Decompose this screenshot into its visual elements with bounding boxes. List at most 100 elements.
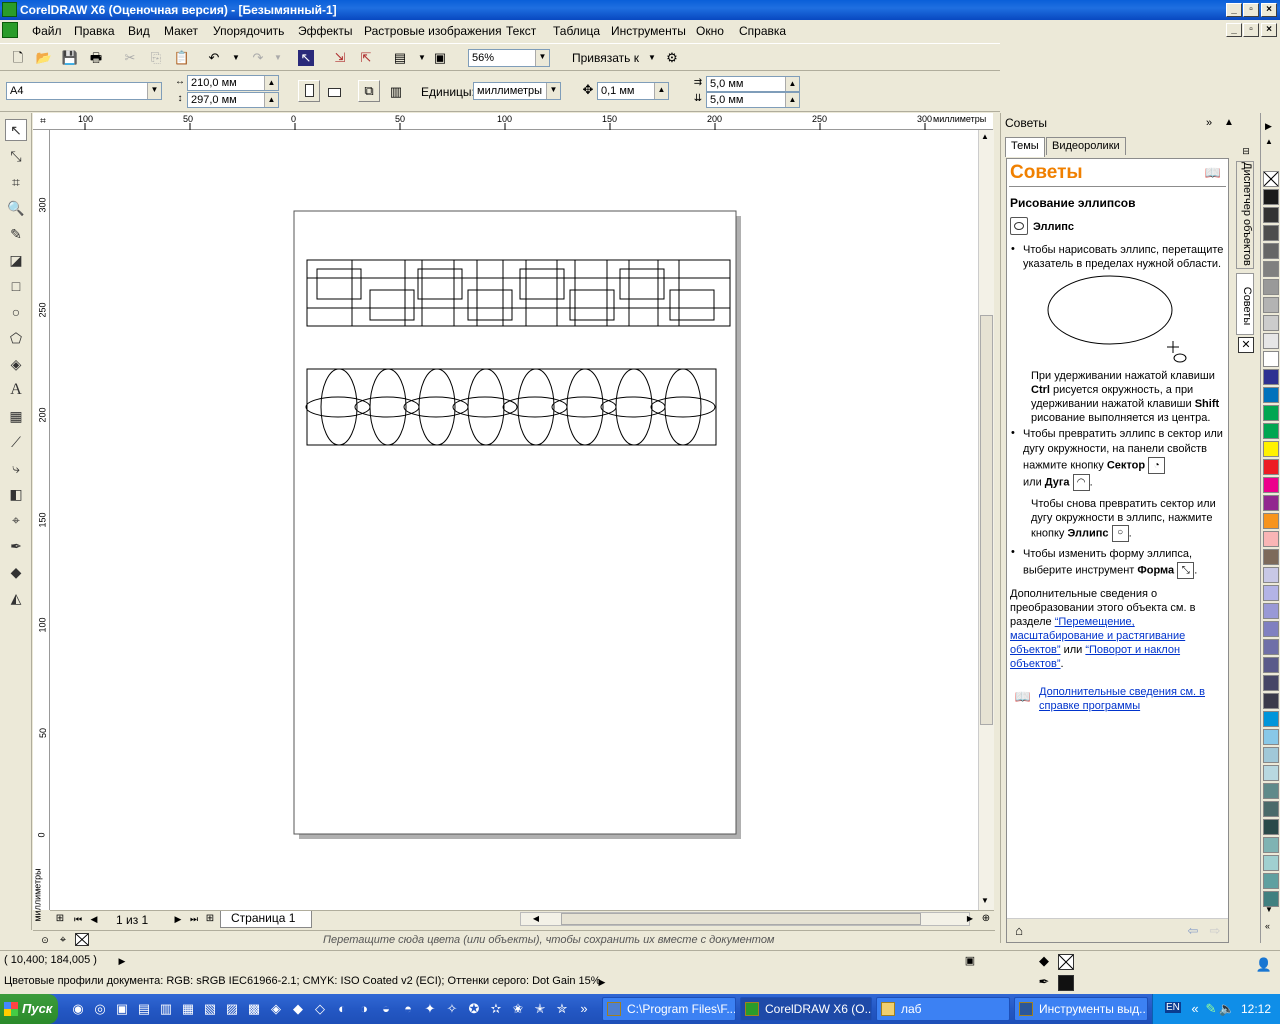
snap-to-label[interactable]: Привязать к	[572, 51, 639, 65]
outline-indicator-icon[interactable]: ✒	[1036, 974, 1052, 990]
menu-tools[interactable]: Инструменты	[611, 24, 686, 38]
taskbar-item-word[interactable]: Инструменты выд...	[1014, 997, 1148, 1021]
zoom-level-field[interactable]: 56% ▼	[468, 49, 550, 67]
crop-tool-icon[interactable]: ⌗	[5, 171, 27, 193]
dimension-tool-icon[interactable]: ⟋	[5, 431, 27, 453]
color-swatch[interactable]	[1263, 585, 1279, 601]
tab-videos[interactable]: Видеоролики	[1046, 137, 1126, 155]
fill-none-swatch[interactable]	[1058, 954, 1074, 970]
close-button[interactable]: ×	[1261, 3, 1277, 17]
menu-help[interactable]: Справка	[739, 24, 786, 38]
page-height-field[interactable]: 297,0 мм ▲	[187, 92, 279, 108]
color-swatch[interactable]	[1263, 603, 1279, 619]
quick-launch-icon[interactable]: ✬	[510, 1001, 526, 1017]
snap-status-icon[interactable]: ▣	[962, 953, 978, 969]
color-swatch[interactable]	[1263, 189, 1279, 205]
start-button[interactable]: Пуск	[0, 994, 58, 1024]
navigator-icon[interactable]: ⊕	[978, 911, 994, 927]
current-page-icon[interactable]: ▥	[388, 84, 404, 100]
color-swatch[interactable]	[1263, 621, 1279, 637]
quick-launch-icon[interactable]: ◈	[268, 1001, 284, 1017]
nudge-distance-field[interactable]: 0,1 мм ▲	[597, 82, 669, 100]
first-page-icon[interactable]: ⏮	[70, 911, 86, 927]
duplicate-y-field[interactable]: 5,0 мм ▲	[706, 92, 800, 108]
paste-icon[interactable]: 📋	[174, 50, 190, 66]
vertical-scrollbar[interactable]: ▲ ▼	[978, 130, 994, 910]
smart-fill-tool-icon[interactable]: ◪	[5, 249, 27, 271]
color-swatch[interactable]	[1263, 405, 1279, 421]
color-swatch[interactable]	[1263, 549, 1279, 565]
color-swatch[interactable]	[1263, 459, 1279, 475]
horizontal-scroll-thumb[interactable]	[561, 913, 921, 925]
rectangle-tool-icon[interactable]: □	[5, 275, 27, 297]
doc-minimize-button[interactable]: _	[1226, 23, 1242, 37]
last-page-icon[interactable]: ⏭	[186, 911, 202, 927]
status-expand-icon[interactable]: ▶	[114, 953, 130, 969]
copy-icon[interactable]: ⎘	[148, 50, 164, 66]
color-swatch[interactable]	[1263, 315, 1279, 331]
eyedropper-icon[interactable]: ⌖	[55, 932, 71, 948]
horizontal-scrollbar[interactable]	[520, 912, 970, 926]
color-swatch[interactable]	[1263, 387, 1279, 403]
maximize-button[interactable]: ▫	[1243, 3, 1259, 17]
color-profiles[interactable]: Цветовые профили документа: RGB: sRGB IE…	[4, 975, 601, 987]
color-swatch[interactable]	[1263, 441, 1279, 457]
menu-text[interactable]: Текст	[506, 24, 536, 38]
shape-tool-icon[interactable]: ⤡	[5, 145, 27, 167]
quick-launch-icon[interactable]: ▦	[180, 1001, 196, 1017]
menu-layout[interactable]: Макет	[164, 24, 198, 38]
zoom-tool-icon[interactable]: 🔍	[5, 197, 27, 219]
palette-expand-icon[interactable]: «	[1265, 921, 1270, 931]
cut-icon[interactable]: ✂	[122, 50, 138, 66]
print-icon[interactable]: 🖶	[88, 50, 104, 66]
minimize-button[interactable]: _	[1226, 3, 1242, 17]
color-swatch[interactable]	[1263, 225, 1279, 241]
redo-dropdown-icon[interactable]: ▼	[270, 50, 286, 66]
menu-view[interactable]: Вид	[128, 24, 150, 38]
quick-launch-icon[interactable]: ▧	[202, 1001, 218, 1017]
palette-scroll-right-icon[interactable]: ▶	[1265, 121, 1272, 132]
outline-color-swatch[interactable]	[1058, 975, 1074, 991]
home-icon[interactable]: ⌂	[1011, 923, 1027, 939]
page-width-field[interactable]: 210,0 мм ▲	[187, 75, 279, 91]
color-swatch[interactable]	[1263, 297, 1279, 313]
quick-launch-more-icon[interactable]: »	[576, 1001, 592, 1017]
palette-menu-icon[interactable]: ⊙	[37, 932, 53, 948]
menu-window[interactable]: Окно	[696, 24, 724, 38]
quick-launch-icon[interactable]: ✫	[488, 1001, 504, 1017]
tab-topics[interactable]: Темы	[1005, 137, 1045, 157]
color-swatch[interactable]	[1263, 837, 1279, 853]
fill-indicator-icon[interactable]: ◆	[1036, 953, 1052, 969]
color-swatch[interactable]	[1263, 495, 1279, 511]
chevron-down-icon[interactable]: ▼	[535, 50, 549, 66]
color-swatch[interactable]	[1263, 531, 1279, 547]
palette-scroll-up-icon[interactable]: ▲	[1265, 137, 1273, 146]
forward-icon[interactable]: ⇨	[1207, 923, 1223, 939]
volume-icon[interactable]: 🔈	[1219, 1001, 1235, 1017]
options-icon[interactable]: ⚙	[664, 50, 680, 66]
color-swatch[interactable]	[1263, 819, 1279, 835]
tray-app-icon[interactable]: ✎	[1203, 1001, 1219, 1017]
spinner-icon[interactable]: ▲	[654, 83, 668, 99]
chevron-down-icon[interactable]: ▼	[147, 83, 161, 99]
vertical-scroll-thumb[interactable]	[980, 315, 993, 725]
spinner-icon[interactable]: ▲	[264, 93, 278, 107]
ellipse-tool-icon[interactable]: ○	[5, 301, 27, 323]
close-icon[interactable]: ✕	[1238, 337, 1254, 353]
menu-arrange[interactable]: Упорядочить	[213, 24, 284, 38]
menu-effects[interactable]: Эффекты	[298, 24, 353, 38]
interactive-fill-tool-icon[interactable]: ◭	[5, 587, 27, 609]
prev-page-icon[interactable]: ◀	[86, 911, 102, 927]
quick-launch-icon[interactable]: ◇	[312, 1001, 328, 1017]
color-swatch[interactable]	[1263, 693, 1279, 709]
doc-close-button[interactable]: ×	[1261, 23, 1277, 37]
quick-launch-icon[interactable]: ▤	[136, 1001, 152, 1017]
docker-expand-icon[interactable]: »	[1201, 115, 1217, 131]
portrait-button[interactable]	[298, 80, 320, 102]
blend-tool-icon[interactable]: ◧	[5, 483, 27, 505]
doc-restore-button[interactable]: ▫	[1243, 23, 1259, 37]
no-color-swatch[interactable]	[75, 933, 89, 946]
book-icon[interactable]: 📖	[1205, 165, 1221, 181]
color-swatch[interactable]	[1263, 783, 1279, 799]
quick-launch-icon[interactable]: ▩	[246, 1001, 262, 1017]
